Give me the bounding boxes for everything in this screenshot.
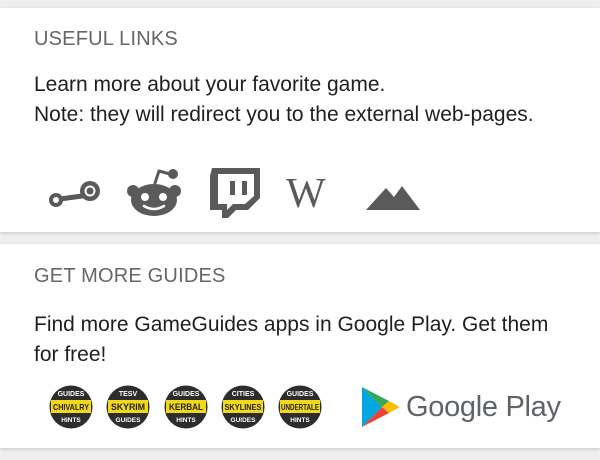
useful-links-title: USEFUL LINKS [34, 28, 178, 50]
app-badge-bottom: GUIDES [116, 417, 142, 424]
steam-icon[interactable] [46, 178, 102, 208]
app-badge-skyrim[interactable]: TESV SKYRIM GUIDES [106, 385, 150, 429]
app-badge-name: UNDERTALE [281, 403, 320, 412]
wikipedia-glyph: W [286, 171, 326, 217]
app-badge-chivalry[interactable]: GUIDES CHIVALRY HINTS [49, 385, 93, 429]
app-badge-kerbal[interactable]: GUIDES KERBAL HINTS [164, 385, 208, 429]
app-badge-top: GUIDES [58, 391, 85, 398]
get-more-guides-text: Find more GameGuides apps in Google Play… [34, 313, 549, 366]
app-badge-bottom: HINTS [61, 417, 81, 424]
twitch-icon[interactable] [206, 166, 262, 220]
reddit-icon[interactable] [124, 168, 184, 218]
app-badge-top: TESV [119, 391, 138, 398]
mountain-icon[interactable] [364, 182, 422, 212]
useful-links-description: Learn more about your favorite game. Not… [34, 70, 564, 130]
google-play-button[interactable]: Google Play [358, 384, 561, 430]
get-more-guides-title: GET MORE GUIDES [34, 265, 226, 287]
app-badge-skylines[interactable]: CITIES SKYLINES GUIDES [221, 385, 265, 429]
useful-links-note: Note: they will redirect you to the exte… [34, 103, 534, 126]
app-badge-bottom: HINTS [290, 417, 310, 424]
app-badge-bottom: HINTS [176, 417, 196, 424]
app-badge-top: GUIDES [173, 391, 200, 398]
app-badge-name: KERBAL [169, 402, 203, 412]
app-badge-undertale[interactable]: GUIDES UNDERTALE HINTS [278, 385, 322, 429]
google-play-logo-icon [362, 387, 399, 427]
get-more-guides-card: GET MORE GUIDES Find more GameGuides app… [0, 244, 600, 448]
google-play-label: Google Play [406, 391, 561, 423]
useful-links-card: USEFUL LINKS Learn more about your favor… [0, 8, 600, 232]
app-badge-bottom: GUIDES [231, 417, 257, 424]
app-badge-name: SKYRIM [111, 402, 145, 412]
app-badge-name: SKYLINES [225, 402, 262, 412]
app-badge-name: CHIVALRY [53, 402, 89, 412]
app-badge-top: CITIES [232, 391, 255, 398]
wikipedia-icon[interactable]: W [286, 171, 344, 217]
app-badge-top: GUIDES [287, 391, 314, 398]
useful-links-text: Learn more about your favorite game. [34, 73, 386, 96]
